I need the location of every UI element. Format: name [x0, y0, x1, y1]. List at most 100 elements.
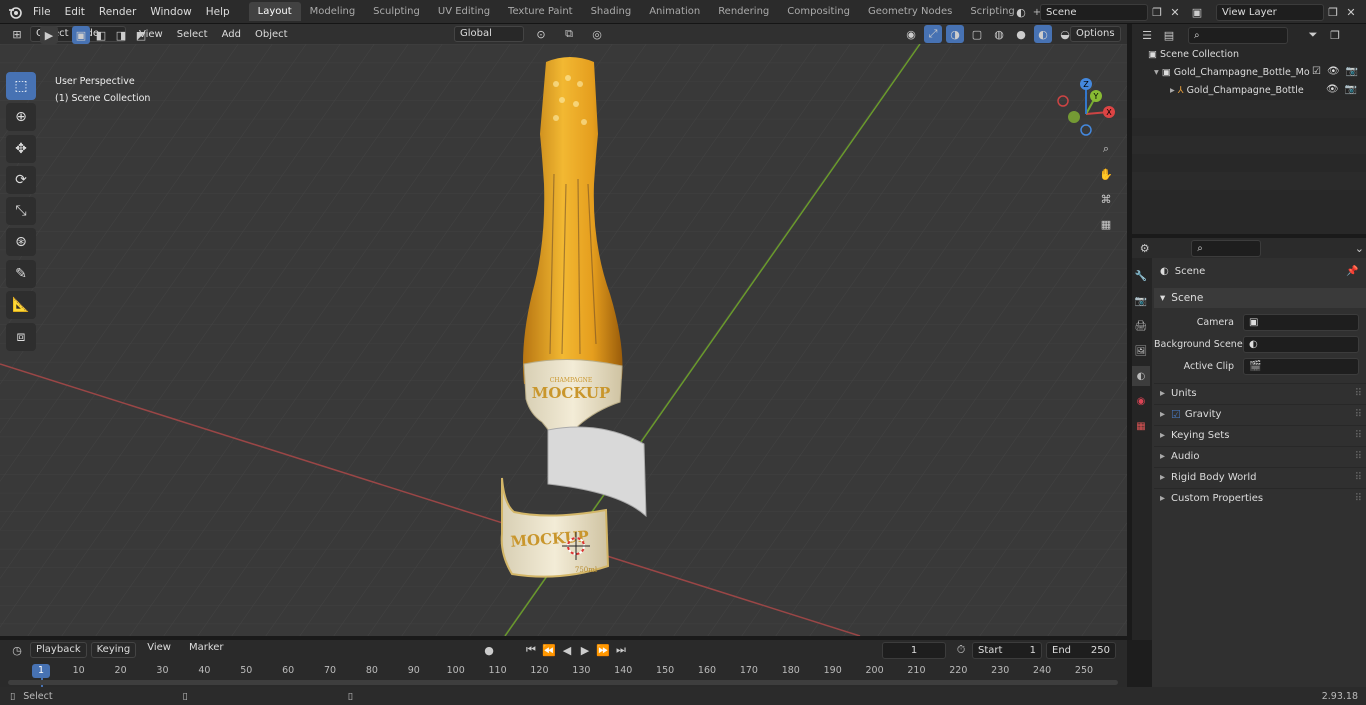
- scene-tab-icon[interactable]: ◐: [1132, 366, 1150, 386]
- material-shading-icon[interactable]: ◐: [1034, 25, 1052, 43]
- xray-icon[interactable]: ▢: [968, 25, 986, 43]
- render-tab-icon[interactable]: 📷: [1132, 291, 1150, 311]
- proportional-edit-icon[interactable]: ◎: [588, 25, 606, 43]
- transform-tool-icon[interactable]: ⊛: [6, 228, 36, 256]
- scale-tool-icon[interactable]: ⤡: [6, 197, 36, 225]
- tab-texture-paint[interactable]: Texture Paint: [499, 2, 582, 21]
- camera-view-icon[interactable]: ⌘: [1097, 190, 1115, 208]
- view-layer-icon[interactable]: ▣: [1188, 3, 1206, 21]
- field-camera[interactable]: ▣: [1243, 314, 1359, 331]
- annotate-tool-icon[interactable]: ✎: [6, 260, 36, 288]
- tab-rendering[interactable]: Rendering: [709, 2, 778, 21]
- properties-editor-type-icon[interactable]: ⚙: [1138, 239, 1151, 257]
- tab-uv-editing[interactable]: UV Editing: [429, 2, 499, 21]
- tab-modeling[interactable]: Modeling: [301, 2, 365, 21]
- delete-view-layer-icon[interactable]: ✕: [1342, 3, 1360, 21]
- subpanel-audio[interactable]: ▸ Audio ⠿: [1154, 446, 1366, 466]
- pan-hand-icon[interactable]: ✋: [1097, 165, 1115, 183]
- properties-options-icon[interactable]: ⌄: [1353, 239, 1366, 257]
- field-background-scene[interactable]: ◐: [1243, 336, 1359, 353]
- output-tab-icon[interactable]: 🖨: [1132, 316, 1150, 336]
- timeline-scrollbar[interactable]: [8, 680, 1118, 685]
- texture-tab-icon[interactable]: ▦: [1132, 416, 1150, 436]
- viewport-menu-select[interactable]: Select: [170, 29, 215, 40]
- view-layer-tab-icon[interactable]: 🖼: [1132, 341, 1150, 361]
- menu-window[interactable]: Window: [143, 0, 198, 24]
- measure-tool-icon[interactable]: 📐: [6, 291, 36, 319]
- checkbox-icon[interactable]: ☑: [1312, 66, 1321, 77]
- options-dropdown[interactable]: Options: [1070, 26, 1121, 42]
- viewport-menu-object[interactable]: Object: [248, 29, 295, 40]
- tab-animation[interactable]: Animation: [640, 2, 709, 21]
- view-layer-field[interactable]: View Layer: [1216, 3, 1324, 21]
- front-label-mesh[interactable]: MOCKUP 750ml: [490, 474, 620, 584]
- pin-icon[interactable]: 📌: [1346, 266, 1358, 277]
- zoom-icon[interactable]: ⌕: [1097, 140, 1115, 158]
- scene-selector-icon[interactable]: ◐: [1012, 3, 1030, 21]
- new-collection-icon[interactable]: ❐: [1326, 26, 1344, 44]
- camera-icon[interactable]: 📷: [1345, 84, 1357, 95]
- snap-icon[interactable]: ⧉: [560, 25, 578, 43]
- delete-scene-icon[interactable]: ✕: [1166, 3, 1184, 21]
- orthographic-toggle-icon[interactable]: ▦: [1097, 215, 1115, 233]
- filter-icon[interactable]: ⏷: [1304, 26, 1322, 44]
- editor-type-icon[interactable]: ⊞: [8, 25, 26, 43]
- transform-orientation-dropdown[interactable]: Global: [454, 26, 524, 42]
- move-tool-icon[interactable]: ✥: [6, 135, 36, 163]
- subpanel-units[interactable]: ▸ Units ⠿: [1154, 383, 1366, 403]
- new-scene-icon[interactable]: ❐: [1148, 3, 1166, 21]
- world-tab-icon[interactable]: ◉: [1132, 391, 1150, 411]
- tab-geometry-nodes[interactable]: Geometry Nodes: [859, 2, 961, 21]
- outliner-root[interactable]: ▣ Scene Collection: [1148, 46, 1239, 64]
- blender-logo-icon[interactable]: [6, 3, 24, 21]
- drag-handle-icon[interactable]: ⠿: [1355, 493, 1362, 504]
- outliner-editor-type-icon[interactable]: ☰: [1138, 26, 1156, 44]
- add-cube-tool-icon[interactable]: ⧈: [6, 323, 36, 351]
- menu-edit[interactable]: Edit: [58, 0, 92, 24]
- scene-name-field[interactable]: Scene: [1040, 3, 1148, 21]
- subpanel-rigid-body-world[interactable]: ▸ Rigid Body World ⠿: [1154, 467, 1366, 487]
- menu-help[interactable]: Help: [199, 0, 237, 24]
- eye-icon[interactable]: 👁: [1326, 84, 1339, 95]
- menu-file[interactable]: File: [26, 0, 58, 24]
- subpanel-gravity[interactable]: ▸ ☑ Gravity ⠿: [1154, 404, 1366, 424]
- gizmo-toggle-icon[interactable]: ⤢: [924, 25, 942, 43]
- properties-search-input[interactable]: ⌕: [1191, 239, 1261, 257]
- tool-tab-icon[interactable]: 🔧: [1132, 266, 1150, 286]
- new-view-layer-icon[interactable]: ❐: [1324, 3, 1342, 21]
- drag-handle-icon[interactable]: ⠿: [1355, 430, 1362, 441]
- champagne-bottle-neck[interactable]: MOCKUP CHAMPAGNE: [470, 54, 670, 434]
- viewport-menu-add[interactable]: Add: [215, 29, 248, 40]
- drag-handle-icon[interactable]: ⠿: [1355, 451, 1362, 462]
- drag-handle-icon[interactable]: ⠿: [1355, 409, 1362, 420]
- drag-handle-icon[interactable]: ⠿: [1355, 388, 1362, 399]
- tab-sculpting[interactable]: Sculpting: [364, 2, 429, 21]
- cursor-tool-icon[interactable]: ⊕: [6, 103, 36, 131]
- navigation-gizmo[interactable]: X Y Z: [1052, 74, 1122, 144]
- outliner-search-input[interactable]: ⌕: [1188, 26, 1288, 44]
- tab-shading[interactable]: Shading: [582, 2, 641, 21]
- select-box-tool-icon[interactable]: ⬚: [6, 72, 36, 100]
- overlay-toggle-icon[interactable]: ◑: [946, 25, 964, 43]
- subpanel-custom-properties[interactable]: ▸ Custom Properties ⠿: [1154, 488, 1366, 508]
- select-subtract-icon[interactable]: ◨: [112, 26, 130, 44]
- select-intersect-icon[interactable]: ◩: [132, 26, 150, 44]
- tab-layout[interactable]: Layout: [248, 1, 301, 21]
- display-mode-icon[interactable]: ▤: [1160, 26, 1178, 44]
- eye-icon[interactable]: 👁: [1327, 66, 1340, 77]
- drag-handle-icon[interactable]: ⠿: [1355, 472, 1362, 483]
- rotate-tool-icon[interactable]: ⟳: [6, 166, 36, 194]
- gravity-checkbox[interactable]: ☑: [1171, 408, 1181, 421]
- tab-compositing[interactable]: Compositing: [778, 2, 859, 21]
- camera-icon[interactable]: 📷: [1346, 66, 1358, 77]
- tool-select-icon[interactable]: ▶: [40, 26, 58, 44]
- solid-shading-icon[interactable]: ●: [1012, 25, 1030, 43]
- 3d-viewport[interactable]: MOCKUP CHAMPAGNE MOCKUP 750ml User Persp…: [0, 44, 1127, 636]
- field-active-clip[interactable]: 🎬: [1243, 358, 1359, 375]
- visibility-icon[interactable]: ◉: [902, 25, 920, 43]
- menu-render[interactable]: Render: [92, 0, 143, 24]
- scene-panel-header[interactable]: ▾ Scene: [1154, 288, 1366, 308]
- outliner-item-object[interactable]: ▸ ⅄ Gold_Champagne_Bottle: [1170, 82, 1304, 100]
- subpanel-keying-sets[interactable]: ▸ Keying Sets ⠿: [1154, 425, 1366, 445]
- select-new-icon[interactable]: ▣: [72, 26, 90, 44]
